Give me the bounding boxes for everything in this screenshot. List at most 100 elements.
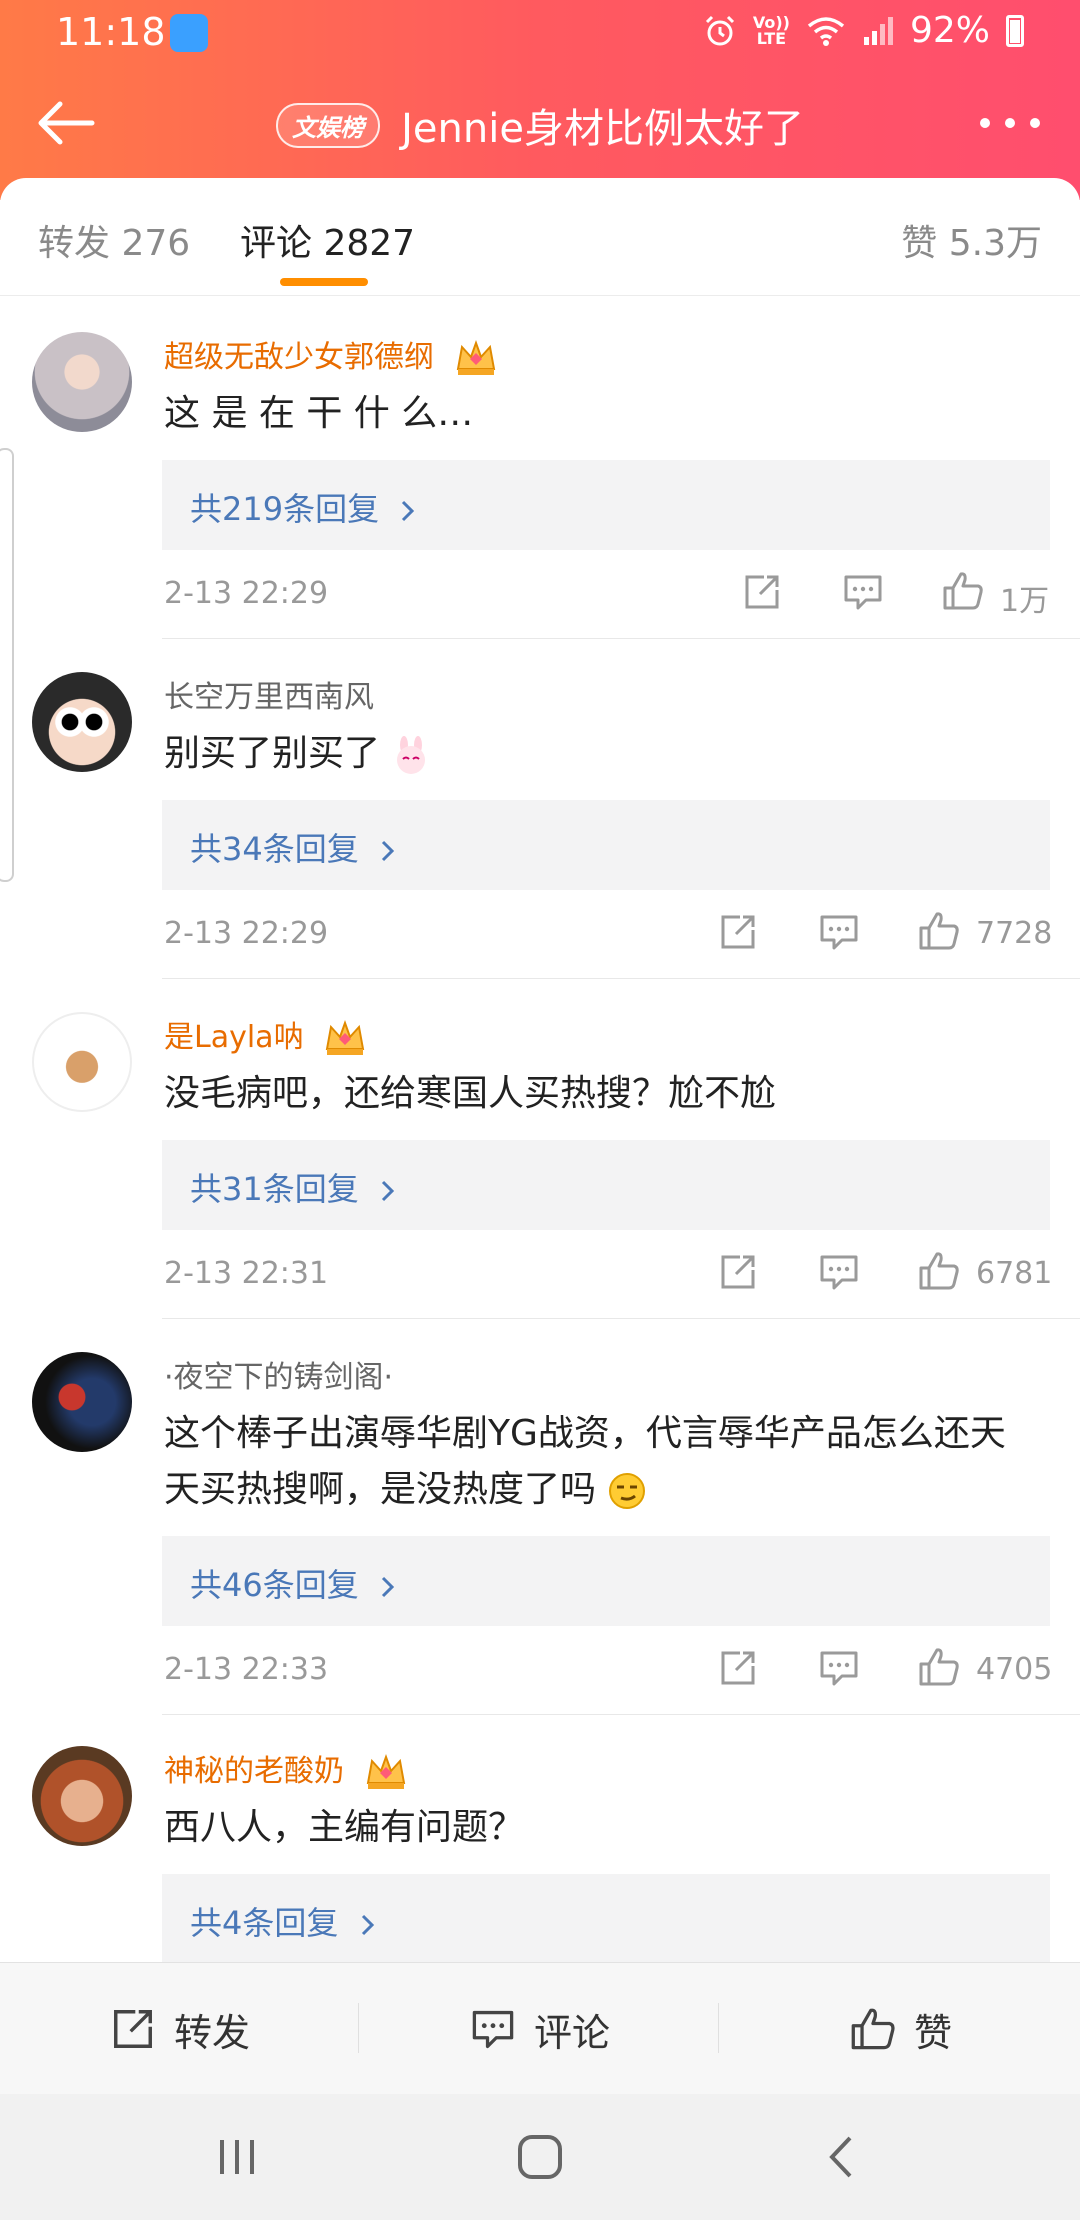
signal-icon (863, 16, 893, 45)
vip-crown-icon (366, 1753, 405, 1789)
share-icon[interactable] (718, 1648, 758, 1688)
more-dot-icon (1030, 118, 1040, 128)
system-navigation-bar (0, 2094, 1080, 2220)
divider (718, 2003, 719, 2053)
chevron-right-icon (402, 500, 415, 522)
comment-icon[interactable] (818, 1648, 860, 1688)
bunny-emoji-icon (397, 736, 426, 774)
reply-summary[interactable]: 共34条回复 (162, 800, 1050, 890)
reply-count-link[interactable]: 共34条回复 (190, 824, 399, 870)
reply-count-link[interactable]: 共46条回复 (190, 1560, 399, 1606)
avatar[interactable] (32, 672, 132, 772)
status-bar: 11:18 Vo)) LTE 92% (0, 0, 1080, 68)
wifi-icon (807, 16, 845, 46)
share-icon[interactable] (718, 912, 758, 952)
more-dot-icon (980, 118, 990, 128)
avatar[interactable] (32, 1352, 132, 1452)
reply-count-link[interactable]: 共31条回复 (190, 1164, 399, 1210)
back-nav-icon[interactable] (820, 2132, 866, 2182)
tab-like[interactable]: 赞 5.3万 (901, 214, 1042, 266)
comment-icon[interactable] (818, 1252, 860, 1292)
comment-time: 2-13 22:31 (164, 1256, 329, 1291)
comment-text: 西八人，主编有问题？ (164, 1807, 525, 1848)
thumbs-up-icon (851, 2008, 895, 2050)
tab-bar: 转发 276 评论 2827 赞 5.3万 (0, 178, 1080, 296)
battery-percent: 92% (909, 10, 990, 51)
comment-username[interactable]: 是Layla呐 (164, 1012, 367, 1059)
comment-time: 2-13 22:29 (164, 916, 329, 951)
share-icon (114, 2010, 152, 2048)
more-button[interactable] (980, 108, 1040, 138)
thumbs-up-icon[interactable] (918, 910, 960, 952)
reply-summary[interactable]: 共219条回复 (162, 460, 1050, 550)
side-drawer-handle[interactable] (0, 448, 14, 882)
share-icon[interactable] (742, 572, 782, 612)
reply-summary[interactable]: 共31条回复 (162, 1140, 1050, 1230)
avatar[interactable] (32, 1746, 132, 1846)
more-dot-icon (1005, 118, 1015, 128)
tab-active-indicator (280, 278, 368, 286)
hot-list-badge[interactable]: 文娱榜 (276, 102, 381, 148)
like-count: 7728 (976, 916, 1053, 951)
comment-icon (472, 2010, 514, 2049)
notification-app-icon (170, 14, 208, 52)
reply-summary[interactable]: 共46条回复 (162, 1536, 1050, 1626)
like-count: 6781 (976, 1256, 1053, 1291)
status-indicators: Vo)) LTE 92% (703, 10, 1024, 51)
chevron-right-icon (381, 840, 395, 862)
comment-username[interactable]: ·夜空下的铸剑阁· (164, 1352, 393, 1396)
share-icon[interactable] (718, 1252, 758, 1292)
reply-summary[interactable]: 共4条回复 (162, 1874, 1050, 1964)
alarm-icon (705, 15, 734, 45)
avatar[interactable] (32, 332, 132, 432)
page-title: Jennie身材比例太好了 (401, 106, 804, 152)
tab-comment[interactable]: 评论 2827 (240, 214, 415, 266)
divider (162, 1318, 1080, 1319)
comment-text: 这个棒子出演辱华剧YG战资，代言辱华产品怎么还天天买热搜啊，是没热度了吗 (164, 1413, 1006, 1510)
chevron-right-icon (361, 1914, 374, 1936)
chevron-right-icon (381, 1180, 395, 1202)
tab-repost[interactable]: 转发 276 (38, 214, 190, 266)
repost-button[interactable]: 转发 (110, 2001, 250, 2057)
thumbs-up-icon[interactable] (918, 1646, 960, 1688)
comment-time: 2-13 22:33 (164, 1652, 329, 1687)
thumbs-up-icon[interactable] (918, 1250, 960, 1292)
battery-icon (1006, 14, 1024, 47)
like-label: 赞 (914, 2010, 953, 2055)
avatar[interactable] (32, 1012, 132, 1112)
volte-indicator: Vo)) LTE (752, 12, 790, 48)
comment-label: 评论 (534, 2010, 611, 2055)
comment-username[interactable]: 超级无敌少女郭德纲 (164, 332, 498, 379)
comment-icon[interactable] (842, 572, 884, 612)
home-icon[interactable] (514, 2132, 566, 2182)
like-button[interactable]: 赞 (850, 2001, 952, 2057)
reply-count-link[interactable]: 共219条回复 (190, 484, 419, 530)
comment-icon[interactable] (818, 912, 860, 952)
title-bar: 文娱榜 Jennie身材比例太好了 (0, 78, 1080, 168)
reply-count-link[interactable]: 共4条回复 (190, 1898, 379, 1944)
like-count: 1万 (1000, 584, 1050, 619)
divider (162, 978, 1080, 979)
recent-apps-icon[interactable] (214, 2132, 260, 2182)
like-count: 4705 (976, 1652, 1053, 1687)
comment-time: 2-13 22:29 (164, 576, 329, 611)
comment-text: 别买了别买了 (164, 726, 1020, 782)
divider (162, 638, 1080, 639)
repost-label: 转发 (174, 2010, 251, 2055)
status-time: 11:18 (56, 10, 166, 54)
thumbs-up-icon[interactable] (942, 570, 984, 612)
vip-crown-icon (456, 339, 495, 375)
smirk-emoji-icon (609, 1473, 646, 1509)
divider (358, 2003, 359, 2053)
title-group: 文娱榜 Jennie身材比例太好了 (0, 96, 1080, 154)
divider (162, 1714, 1080, 1715)
comment-username[interactable]: 长空万里西南风 (164, 672, 374, 716)
header: 11:18 Vo)) LTE 92% 文娱榜 Jennie身材比例太好了 (0, 0, 1080, 200)
chevron-right-icon (381, 1576, 395, 1598)
comment-username[interactable]: 神秘的老酸奶 (164, 1746, 408, 1793)
comment-button[interactable]: 评论 (470, 2001, 610, 2057)
comment-text: 这 是 在 干 什 么… (164, 393, 474, 434)
bottom-action-bar: 转发 评论 赞 (0, 1962, 1080, 2094)
vip-crown-icon (325, 1019, 365, 1055)
comment-text: 没毛病吧，还给寒国人买热搜？尬不尬 (164, 1073, 777, 1114)
